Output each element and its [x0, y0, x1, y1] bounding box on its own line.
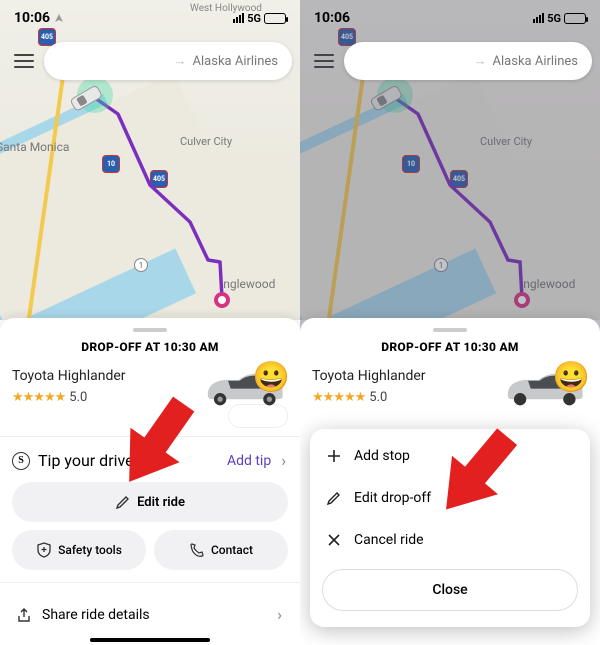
phone-screen-main: West Hollywood Santa Monica Culver City …	[0, 0, 300, 645]
add-tip-link[interactable]: Add tip	[227, 453, 271, 469]
destination-search[interactable]: → Alaska Airlines	[344, 42, 592, 80]
status-time: 10:06	[14, 10, 50, 26]
close-button[interactable]: Close	[322, 569, 578, 611]
safety-tools-button[interactable]: Safety tools	[12, 530, 146, 570]
ride-sheet[interactable]: DROP-OFF AT 10:30 AM Toyota Highlander ★…	[0, 318, 300, 645]
pencil-icon	[326, 490, 342, 506]
edit-ride-menu: Add stop Edit drop-off Cancel ride Close	[310, 429, 590, 627]
destination-search[interactable]: → Alaska Airlines	[44, 42, 292, 80]
vehicle-name: Toyota Highlander	[12, 368, 190, 384]
chevron-right-icon: ›	[279, 451, 288, 470]
rating-stars-icon: ★★★★★	[12, 390, 65, 405]
pencil-icon	[115, 494, 131, 510]
arrow-right-icon: →	[174, 53, 187, 69]
signal-bars-icon	[233, 13, 244, 23]
driver-emoji-icon: 😀	[253, 360, 290, 395]
close-icon	[326, 532, 342, 548]
rating-value: 5.0	[69, 390, 87, 405]
edit-ride-button[interactable]: Edit ride	[12, 482, 288, 522]
location-arrow-icon	[54, 13, 64, 23]
tip-row[interactable]: S Tip your driver Add tip ›	[12, 445, 288, 476]
chevron-right-icon: ›	[275, 605, 284, 624]
add-stop-item[interactable]: Add stop	[310, 435, 590, 477]
phone-icon	[189, 542, 205, 558]
dollar-icon: S	[12, 452, 30, 470]
share-ride-row[interactable]: Share ride details ›	[12, 591, 288, 632]
destination-text: Alaska Airlines	[193, 54, 278, 69]
tip-label: Tip your driver	[38, 451, 219, 470]
battery-icon	[264, 13, 286, 24]
menu-button[interactable]	[8, 54, 34, 68]
network-label: 5G	[247, 12, 261, 25]
shield-plus-icon	[36, 542, 52, 558]
status-bar: 10:06 5G	[0, 0, 300, 36]
cancel-ride-item[interactable]: Cancel ride	[310, 519, 590, 561]
sheet-grabber[interactable]	[133, 328, 167, 332]
edit-dropoff-item[interactable]: Edit drop-off	[310, 477, 590, 519]
vehicle-image: 😀	[198, 364, 288, 408]
share-icon	[16, 607, 32, 623]
plus-icon	[326, 448, 342, 464]
status-bar: 10:06 5G	[300, 0, 600, 36]
contact-button[interactable]: Contact	[154, 530, 288, 570]
home-indicator	[90, 638, 210, 642]
dropoff-heading: DROP-OFF AT 10:30 AM	[12, 340, 288, 354]
menu-button[interactable]	[308, 54, 334, 68]
phone-screen-edit-menu: Culver City Inglewood 405 405 10 1 10:06…	[300, 0, 600, 645]
